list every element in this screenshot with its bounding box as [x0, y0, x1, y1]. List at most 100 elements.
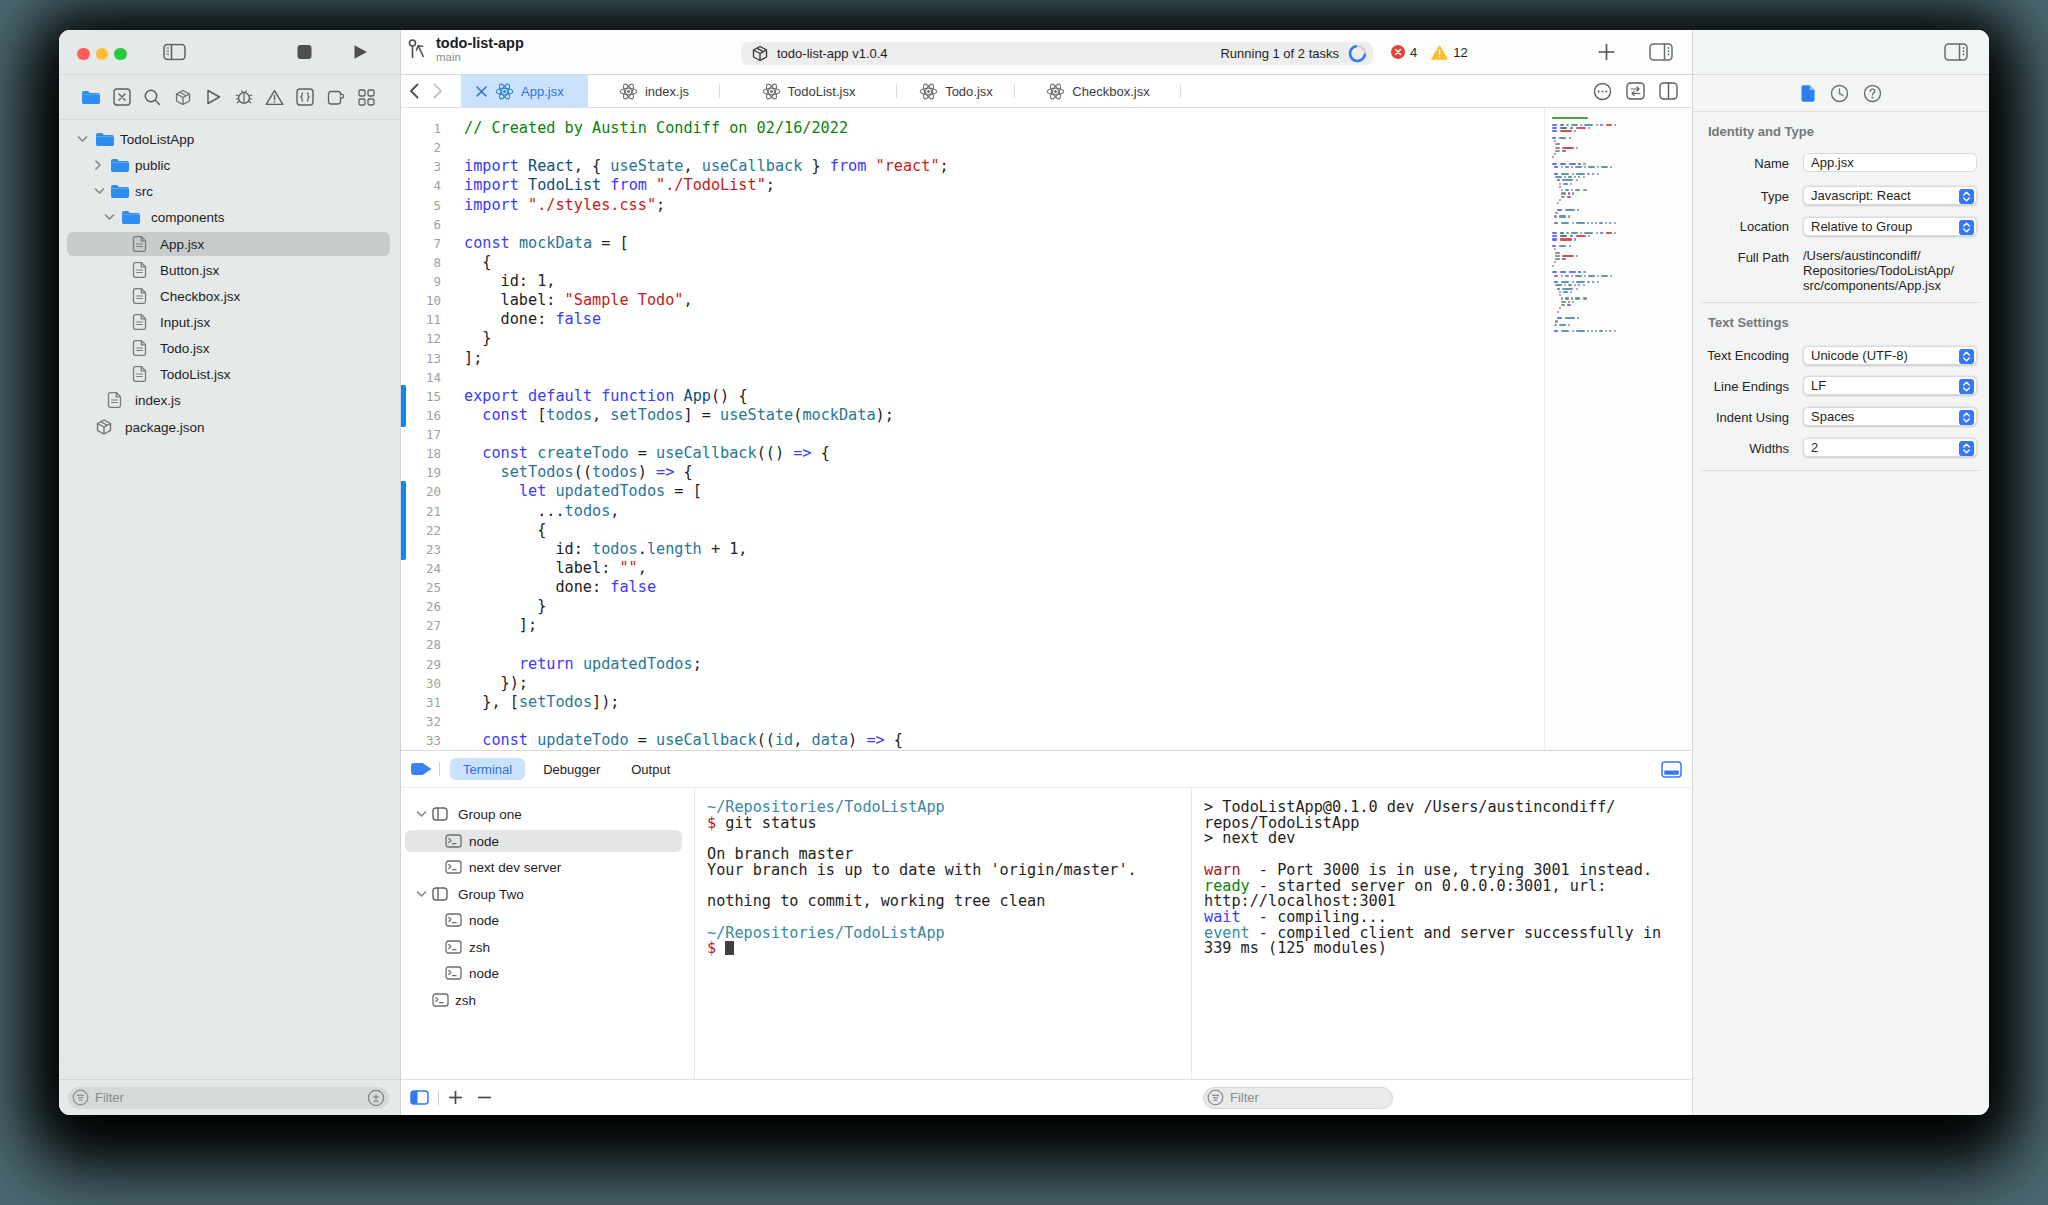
git-change-bar[interactable]: [401, 385, 406, 426]
tab-checkbox-jsx[interactable]: Checkbox.jsx: [1015, 75, 1181, 107]
bottom-tab-debugger[interactable]: Debugger: [530, 758, 613, 780]
bottom-tab-output[interactable]: Output: [618, 758, 683, 780]
extension-icon[interactable]: [321, 89, 352, 106]
tree-item-public[interactable]: public: [59, 152, 400, 178]
name-field[interactable]: App.jsx: [1803, 153, 1977, 172]
remove-terminal-icon[interactable]: [477, 1090, 492, 1105]
terminal-output-left[interactable]: ~/Repositories/TodoListApp$ git status O…: [695, 788, 1192, 1079]
terminal-session-group-two[interactable]: Group Two: [401, 881, 694, 908]
indent-using-popup[interactable]: Spaces: [1803, 407, 1977, 426]
xmark-square-icon[interactable]: [107, 88, 138, 106]
grid-icon[interactable]: [351, 89, 382, 106]
type-popup[interactable]: Javascript: React: [1803, 186, 1977, 205]
tree-item-todolistapp[interactable]: TodoListApp: [59, 126, 400, 152]
run-task-button[interactable]: [353, 44, 368, 61]
tab-todo-jsx[interactable]: Todo.jsx: [897, 75, 1015, 107]
chevron-down-icon[interactable]: [77, 135, 88, 143]
terminal-session-group-one[interactable]: Group one: [401, 801, 694, 828]
react-icon: [495, 82, 514, 101]
collapse-bottom-panel-icon[interactable]: [1661, 761, 1682, 778]
line-endings-popup[interactable]: LF: [1803, 376, 1977, 395]
terminal-session-zsh[interactable]: zsh: [401, 934, 694, 961]
tab-todolist-jsx[interactable]: TodoList.jsx: [720, 75, 897, 107]
terminal-icon: [432, 993, 449, 1007]
tree-item-package-json[interactable]: package.json: [59, 414, 400, 440]
chevron-down-icon[interactable]: [94, 187, 105, 195]
inspector-label: Widths: [1749, 440, 1789, 455]
tab-app-jsx[interactable]: App.jsx: [461, 75, 588, 107]
popup-stepper-icon: [1959, 441, 1974, 456]
minimize-window-button[interactable]: [96, 48, 109, 61]
package-icon[interactable]: [168, 89, 199, 106]
project-header[interactable]: todo-list-app main: [407, 35, 524, 64]
sidebar-toggle-icon[interactable]: [163, 44, 186, 61]
tree-item-todo-jsx[interactable]: Todo.jsx: [59, 335, 400, 361]
code-line-6: 6: [401, 215, 1692, 234]
code-editor[interactable]: 1// Created by Austin Condiff on 02/16/2…: [401, 108, 1692, 750]
tag-blue-icon[interactable]: [410, 761, 433, 777]
status-task-label: Running 1 of 2 tasks: [1220, 46, 1339, 61]
chevron-down-icon[interactable]: [416, 890, 427, 898]
text-encoding-popup[interactable]: Unicode (UTF-8): [1803, 346, 1977, 365]
chevron-down-icon[interactable]: [416, 810, 427, 818]
stop-task-button[interactable]: [297, 45, 312, 60]
code-line-32: 32: [401, 712, 1692, 731]
terminal-session-node[interactable]: node: [401, 960, 694, 987]
search-icon[interactable]: [137, 88, 168, 106]
full-path-value: /Users/austincondiff/ Repositories/TodoL…: [1803, 248, 1977, 293]
forward-icon[interactable]: [433, 83, 443, 99]
history-inspector-icon[interactable]: [1830, 84, 1849, 103]
git-change-bar[interactable]: [401, 481, 406, 561]
editor-tab-bar: App.jsxindex.jsTodoList.jsxTodo.jsxCheck…: [401, 75, 1692, 108]
inspector-panel-toggle-icon[interactable]: [1944, 43, 1968, 61]
tree-item-app-jsx[interactable]: App.jsx: [59, 231, 400, 257]
play-outline-icon[interactable]: [198, 88, 229, 106]
back-icon[interactable]: [409, 83, 419, 99]
tree-item-index-js[interactable]: index.js: [59, 387, 400, 413]
split-editor-icon[interactable]: [1659, 82, 1678, 100]
panel-toggle-icon[interactable]: [1649, 43, 1673, 61]
swap-icon[interactable]: [1626, 82, 1645, 100]
minimap[interactable]: [1544, 108, 1692, 750]
issue-badges[interactable]: 4 12: [1391, 30, 1468, 74]
zoom-window-button[interactable]: [114, 48, 127, 61]
terminal-filter-field[interactable]: Filter: [1203, 1087, 1393, 1109]
file-icon: [132, 261, 147, 278]
code-line-9: 9 id: 1,: [401, 272, 1692, 291]
terminal-line: nothing to commit, working tree clean: [707, 894, 1191, 910]
terminal-session-zsh[interactable]: zsh: [401, 987, 694, 1014]
navigator-filter-field[interactable]: Filter: [68, 1087, 389, 1109]
add-filter-icon[interactable]: [367, 1089, 385, 1107]
widths-popup[interactable]: 2: [1803, 438, 1977, 457]
code-line-28: 28: [401, 635, 1692, 654]
add-terminal-icon[interactable]: [448, 1090, 463, 1105]
tree-item-input-jsx[interactable]: Input.jsx: [59, 309, 400, 335]
tab-index-js[interactable]: index.js: [588, 75, 720, 107]
terminal-session-node[interactable]: node: [401, 828, 694, 855]
help-inspector-icon[interactable]: [1863, 84, 1882, 103]
terminal-session-node[interactable]: node: [401, 907, 694, 934]
status-pill[interactable]: todo-list-app v1.0.4 Running 1 of 2 task…: [741, 42, 1373, 65]
terminal-output-right[interactable]: > TodoListApp@0.1.0 dev /Users/austincon…: [1192, 788, 1692, 1079]
chevron-down-icon[interactable]: [104, 213, 115, 221]
sidebar-blue-icon[interactable]: [410, 1090, 429, 1105]
tree-item-src[interactable]: src: [59, 178, 400, 204]
bug-icon[interactable]: [229, 88, 260, 106]
warning-triangle-icon[interactable]: [260, 89, 291, 106]
bottom-tab-terminal[interactable]: Terminal: [450, 758, 525, 780]
add-icon[interactable]: [1597, 43, 1616, 62]
file-inspector-icon[interactable]: [1800, 84, 1816, 103]
project-navigator-icon[interactable]: [76, 89, 107, 105]
close-tab-icon[interactable]: [475, 85, 488, 98]
ellipsis-circle-icon[interactable]: [1593, 82, 1612, 101]
terminal-session-next-dev-server[interactable]: next dev server: [401, 854, 694, 881]
tree-item-components[interactable]: components: [59, 204, 400, 230]
location-popup[interactable]: Relative to Group: [1803, 217, 1977, 236]
close-window-button[interactable]: [77, 48, 90, 61]
tree-item-todolist-jsx[interactable]: TodoList.jsx: [59, 361, 400, 387]
tree-item-button-jsx[interactable]: Button.jsx: [59, 257, 400, 283]
tree-item-checkbox-jsx[interactable]: Checkbox.jsx: [59, 283, 400, 309]
braces-square-icon[interactable]: [290, 88, 321, 106]
code-line-8: 8 {: [401, 253, 1692, 272]
chevron-right-icon[interactable]: [94, 160, 102, 171]
